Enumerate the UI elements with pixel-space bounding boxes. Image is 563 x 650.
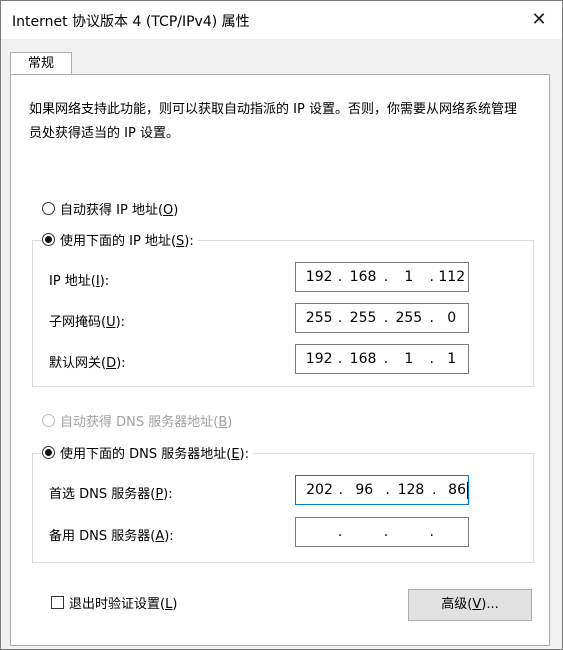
close-icon[interactable]: ✕ <box>516 1 562 39</box>
alternate-dns-label: 备用 DNS 服务器(A): <box>49 529 174 544</box>
default-gateway-label: 默认网关(D): <box>49 356 126 371</box>
ip-manual-radio[interactable]: 使用下面的 IP 地址(S): <box>42 230 198 249</box>
subnet-mask-input[interactable]: 255. 255. 255. 0 <box>295 303 469 333</box>
dns-manual-radio[interactable]: 使用下面的 DNS 服务器地址(E): <box>42 443 253 462</box>
preferred-dns-input[interactable]: 202. 96. 128. 86 <box>295 475 469 505</box>
default-gateway-input[interactable]: 192. 168. 1. 1 <box>295 344 469 374</box>
subnet-mask-label: 子网掩码(U): <box>49 315 126 330</box>
radio-checked-icon <box>42 233 55 246</box>
ip-manual-label: 使用下面的 IP 地址(S): <box>60 234 194 249</box>
window-title: Internet 协议版本 4 (TCP/IPv4) 属性 <box>12 14 250 30</box>
dns-auto-radio[interactable]: 自动获得 DNS 服务器地址(B) <box>42 411 232 430</box>
radio-icon <box>42 202 55 215</box>
alternate-dns-input[interactable]: ... <box>295 517 469 547</box>
ip-address-label: IP 地址(I): <box>49 274 110 289</box>
ip-auto-label: 自动获得 IP 地址(O) <box>60 203 179 218</box>
general-panel: 如果网络支持此功能，则可以获取自动指派的 IP 设置。否则，你需要从网络系统管理… <box>10 74 550 646</box>
dns-auto-label: 自动获得 DNS 服务器地址(B) <box>60 415 233 430</box>
advanced-button[interactable]: 高级(V)... <box>408 589 532 621</box>
properties-dialog: Internet 协议版本 4 (TCP/IPv4) 属性 ✕ 常规 如果网络支… <box>0 0 563 650</box>
validate-on-exit-label: 退出时验证设置(L) <box>69 597 178 612</box>
text-caret <box>467 481 468 499</box>
validate-on-exit-checkbox[interactable]: 退出时验证设置(L) <box>51 593 177 612</box>
checkbox-icon <box>51 596 64 609</box>
dns-manual-label: 使用下面的 DNS 服务器地址(E): <box>60 447 249 462</box>
radio-disabled-icon <box>42 414 55 427</box>
title-bar: Internet 协议版本 4 (TCP/IPv4) 属性 ✕ <box>1 1 562 39</box>
ip-auto-radio[interactable]: 自动获得 IP 地址(O) <box>42 199 178 218</box>
preferred-dns-label: 首选 DNS 服务器(P): <box>49 487 173 502</box>
ip-address-input[interactable]: 192. 168. 1. 112 <box>295 262 469 292</box>
tab-strip: 常规 <box>1 39 562 77</box>
description-text: 如果网络支持此功能，则可以获取自动指派的 IP 设置。否则，你需要从网络系统管理… <box>29 102 517 141</box>
radio-checked-icon <box>42 446 55 459</box>
